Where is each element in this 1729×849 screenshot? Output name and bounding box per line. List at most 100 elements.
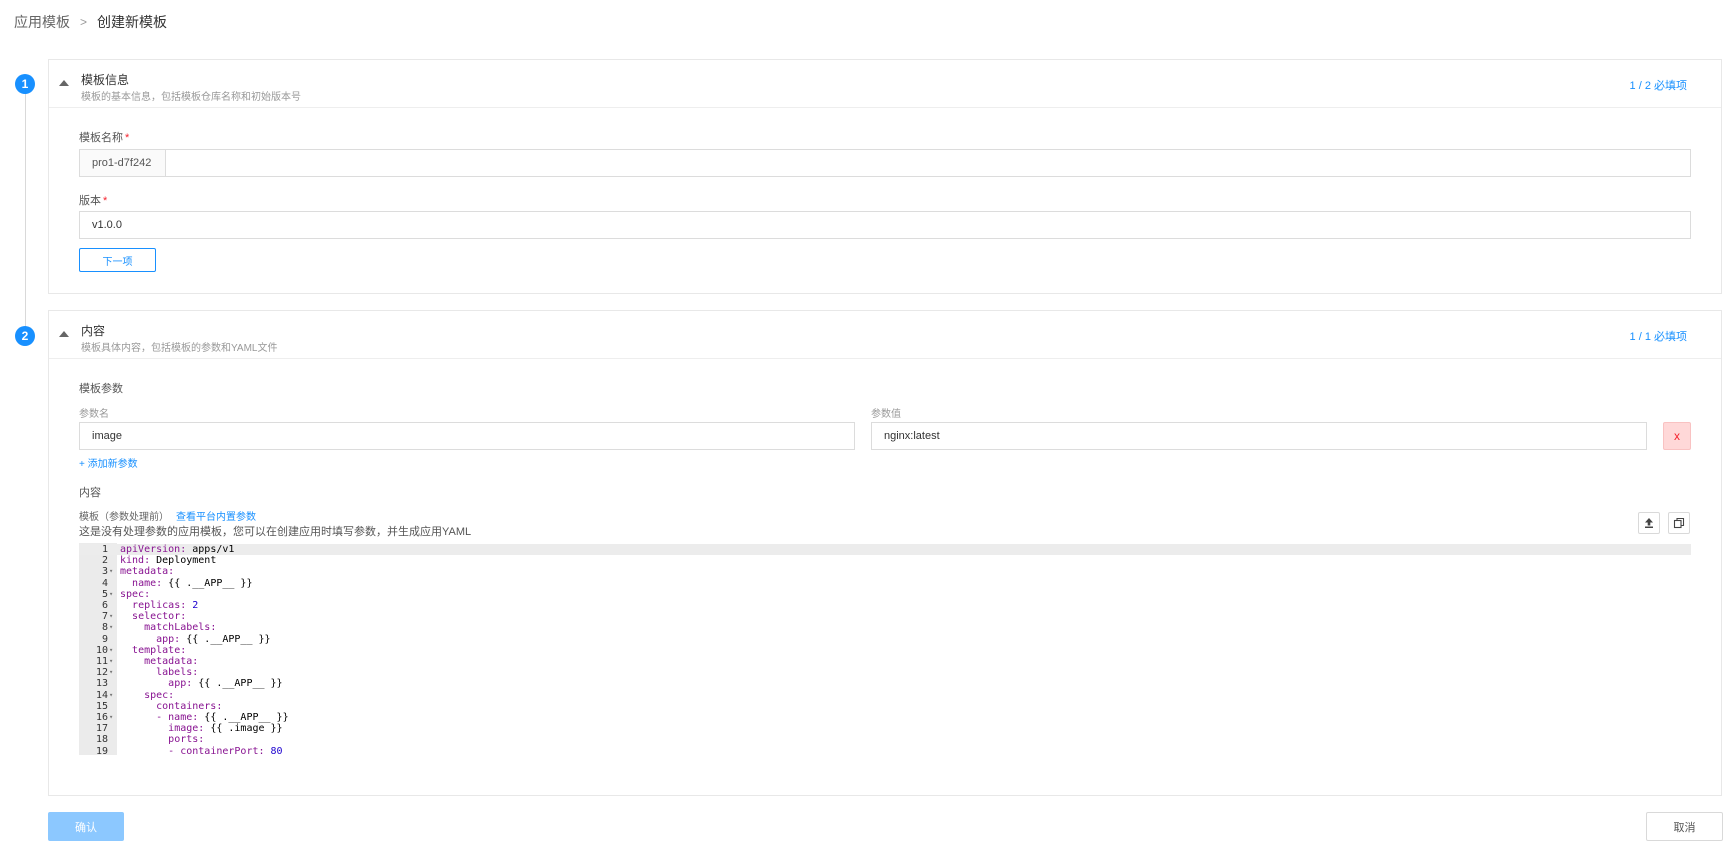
panel-content-header[interactable]: 内容 模板具体内容，包括模板的参数和YAML文件 1 / 1 必填项 <box>49 311 1721 359</box>
line-number: 1 <box>101 544 108 555</box>
template-name-label: 模板名称 * <box>79 132 130 144</box>
line-number: 19 <box>95 745 108 755</box>
step-number-2: 2 <box>15 326 35 346</box>
code-line: 4 name: {{ .__APP__ }} <box>79 578 1691 589</box>
template-name-input[interactable] <box>166 150 1690 176</box>
line-number: 12 <box>95 667 108 679</box>
code-line: 11 ▾ metadata: <box>79 656 1691 667</box>
panel-template-info-header[interactable]: 模板信息 模板的基本信息，包括模板仓库名称和初始版本号 1 / 2 必填项 <box>49 60 1721 108</box>
line-number: 15 <box>95 700 108 712</box>
upload-button[interactable] <box>1638 512 1660 534</box>
code-key: spec: <box>120 588 151 600</box>
confirm-button[interactable]: 确认 <box>48 812 124 841</box>
version-input[interactable]: v1.0.0 <box>79 211 1691 239</box>
code-text: apiVersion: apps/v1 <box>120 544 234 555</box>
code-key: app: <box>168 678 193 690</box>
code-text: - name: {{ .__APP__ }} <box>120 712 289 723</box>
breadcrumb: 应用模板 > 创建新模板 <box>14 12 167 32</box>
fold-toggle-icon[interactable]: ▾ <box>109 566 113 577</box>
line-number: 11 <box>95 656 108 667</box>
code-line: 8 ▾ matchLabels: <box>79 622 1691 633</box>
step-timeline-line <box>25 88 26 328</box>
code-line: 1 apiVersion: apps/v1 <box>79 544 1691 556</box>
code-key: matchLabels: <box>144 622 217 634</box>
upload-icon <box>1645 518 1653 528</box>
code-text: replicas: 2 <box>120 600 198 611</box>
next-step-button[interactable]: 下一项 <box>79 248 156 272</box>
code-text: kind: Deployment <box>120 555 216 566</box>
code-line: 9 app: {{ .__APP__ }} <box>79 634 1691 645</box>
fold-toggle-icon[interactable]: ▾ <box>109 611 113 622</box>
code-text: image: {{ .image }} <box>120 723 282 734</box>
line-number: 16 <box>95 712 108 723</box>
code-key: labels: <box>156 667 199 679</box>
code-text: selector: <box>120 611 186 622</box>
line-number: 17 <box>95 723 108 735</box>
fold-toggle-icon[interactable]: ▾ <box>109 690 113 701</box>
fold-toggle-icon[interactable]: ▾ <box>109 589 113 600</box>
step-number-1: 1 <box>15 74 35 94</box>
breadcrumb-current: 创建新模板 <box>97 14 168 30</box>
code-text: labels: <box>120 667 198 678</box>
template-before-label: 模板（参数处理前） <box>79 512 169 523</box>
code-text: containers: <box>120 701 222 712</box>
code-line: 12 ▾ labels: <box>79 667 1691 678</box>
code-key: metadata: <box>144 656 199 667</box>
code-key: kind: <box>120 555 151 567</box>
template-params-label: 模板参数 <box>79 383 123 395</box>
delete-param-button[interactable]: x <box>1663 422 1691 450</box>
code-value: {{ .__APP__ }} <box>180 633 271 645</box>
content-label: 内容 <box>79 487 101 499</box>
breadcrumb-parent-link[interactable]: 应用模板 <box>14 12 70 32</box>
line-number: 6 <box>101 600 108 611</box>
line-number: 4 <box>101 577 108 589</box>
copy-button[interactable] <box>1668 512 1690 534</box>
param-name-input[interactable]: image <box>79 422 855 450</box>
param-name-column-label: 参数名 <box>79 409 109 420</box>
add-param-link[interactable]: + 添加新参数 <box>79 455 138 470</box>
collapse-caret-icon[interactable] <box>59 80 69 86</box>
line-number: 18 <box>95 734 108 746</box>
code-line: 6 replicas: 2 <box>79 600 1691 611</box>
line-number: 14 <box>95 689 108 701</box>
fold-toggle-icon[interactable]: ▾ <box>109 667 113 678</box>
builtin-params-link[interactable]: 查看平台内置参数 <box>176 508 256 523</box>
code-line: 17 image: {{ .image }} <box>79 723 1691 734</box>
line-number: 10 <box>95 644 108 656</box>
code-text: spec: <box>120 589 150 600</box>
code-key: metadata: <box>120 566 175 578</box>
fold-toggle-icon[interactable]: ▾ <box>109 622 113 633</box>
param-value-column-label: 参数值 <box>871 409 901 420</box>
code-text: ports: <box>120 734 204 745</box>
code-line: 19 - containerPort: 80 <box>79 746 1691 755</box>
panel-title: 模板信息 <box>81 73 130 87</box>
collapse-caret-icon[interactable] <box>59 331 69 337</box>
param-value-input[interactable]: nginx:latest <box>871 422 1647 450</box>
code-line: 7 ▾ selector: <box>79 611 1691 622</box>
fold-toggle-icon[interactable]: ▾ <box>109 645 113 656</box>
code-key: - containerPort: <box>168 745 265 755</box>
code-line: 2 kind: Deployment <box>79 555 1691 566</box>
template-hint-text: 这是没有处理参数的应用模板，您可以在创建应用时填写参数，并生成应用YAML <box>79 526 472 538</box>
code-line: 3 ▾ metadata: <box>79 566 1691 577</box>
fold-toggle-icon[interactable]: ▾ <box>109 712 113 723</box>
fold-toggle-icon[interactable]: ▾ <box>109 656 113 667</box>
yaml-code-editor[interactable]: 1 apiVersion: apps/v1 2 kind: Deployment 3 ▾ m… <box>79 543 1691 755</box>
cancel-button[interactable]: 取消 <box>1646 812 1723 841</box>
code-number: 2 <box>192 600 199 611</box>
version-label: 版本 * <box>79 195 108 207</box>
code-text: matchLabels: <box>120 622 216 633</box>
code-text: spec: <box>120 690 174 701</box>
required-count: 1 / 2 必填项 <box>1629 80 1687 92</box>
required-star: * <box>103 195 108 207</box>
code-value: {{ .__APP__ }} <box>198 712 289 723</box>
